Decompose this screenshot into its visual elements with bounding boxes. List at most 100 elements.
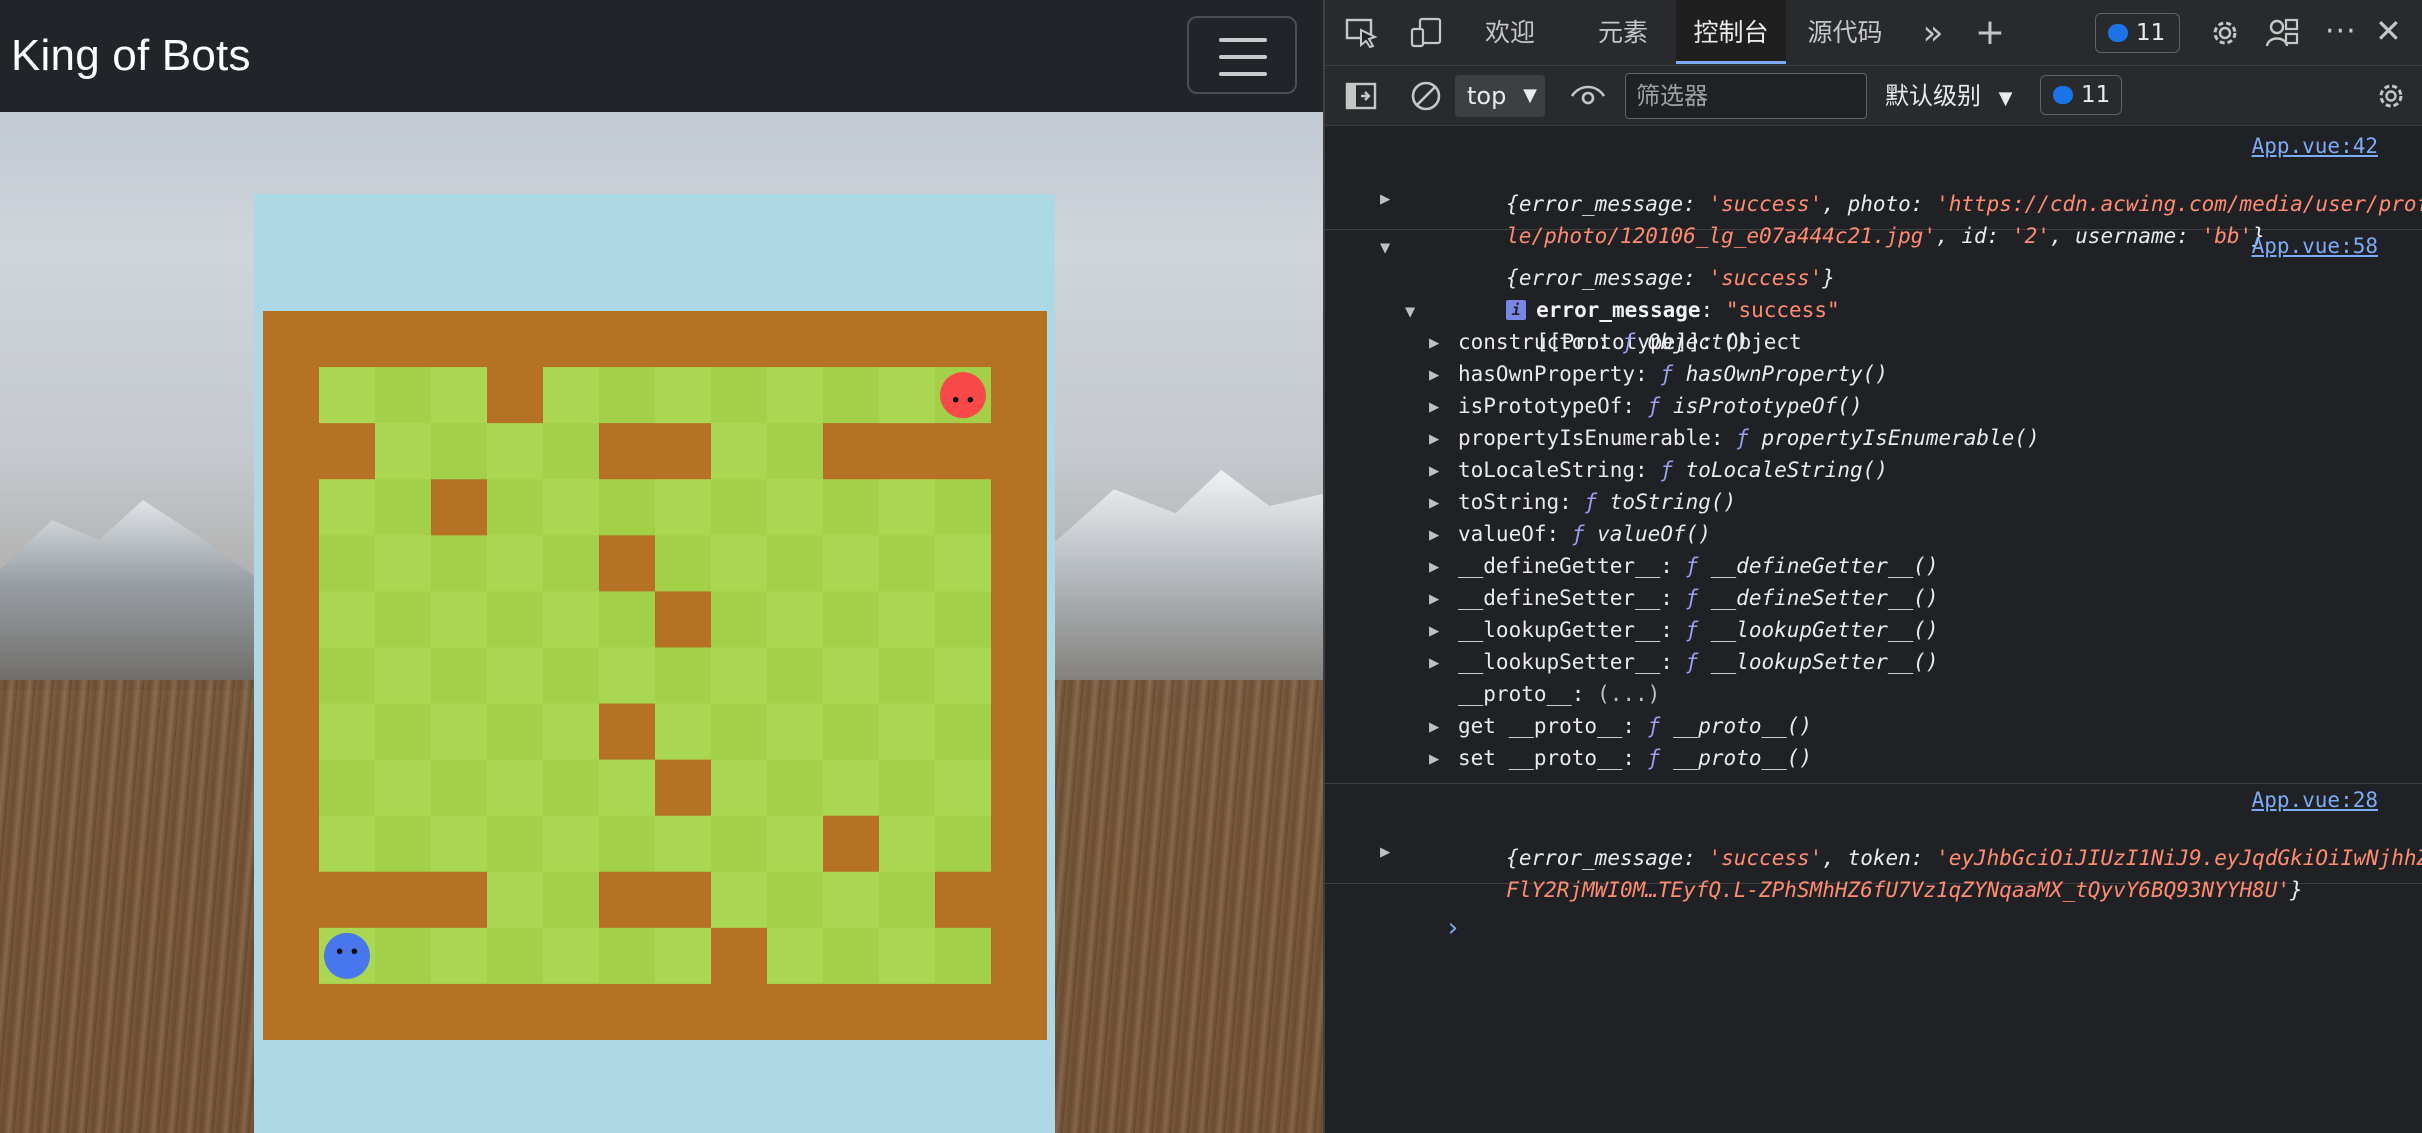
sep: : (1710, 426, 1737, 450)
sep: : (1635, 458, 1661, 482)
more-options-icon[interactable]: ··· (2325, 14, 2357, 49)
wall-cell (991, 703, 1047, 761)
property-value: (...) (1597, 682, 1661, 706)
expand-triangle-icon[interactable]: ▶ (1380, 189, 1390, 209)
expand-triangle-icon[interactable]: ▶ (1429, 365, 1439, 385)
settings-gear-icon[interactable] (2208, 16, 2242, 50)
prototype-property[interactable]: valueOf: ƒ valueOf() (1458, 518, 1711, 550)
expand-triangle-icon[interactable]: ▶ (1429, 717, 1439, 737)
collapse-triangle-icon[interactable]: ▼ (1405, 302, 1415, 322)
function-icon: ƒ (1685, 554, 1711, 578)
wall-cell (991, 367, 1047, 424)
game-map[interactable] (263, 311, 1047, 1040)
source-link[interactable]: App.vue:28 (2252, 788, 2378, 812)
wall-cell (263, 983, 320, 1040)
grass-cell (823, 703, 880, 761)
grass-cell (487, 423, 544, 480)
property-name: toString (1458, 490, 1560, 514)
property-value: toLocaleString() (1685, 458, 1888, 482)
prototype-property[interactable]: set __proto__: ƒ __proto__() (1458, 742, 1812, 774)
tab-console[interactable]: 控制台 (1676, 0, 1786, 64)
console-toolbar: top ▼ 默认级别 ▼ 11 (1325, 66, 2422, 126)
console-settings-gear-icon[interactable] (2375, 80, 2407, 112)
prototype-property[interactable]: __defineSetter__: ƒ __defineSetter__() (1458, 582, 1938, 614)
grass-cell (375, 815, 432, 873)
sidebar-toggle-icon[interactable] (1345, 81, 1377, 111)
prototype-property[interactable]: __proto__: (...) (1458, 678, 1660, 710)
grass-cell (935, 479, 992, 536)
wall-cell (543, 983, 600, 1040)
sep: : (1622, 746, 1648, 770)
customize-icon[interactable] (2265, 16, 2299, 50)
expand-triangle-icon[interactable]: ▶ (1429, 557, 1439, 577)
wall-cell (823, 983, 880, 1040)
collapse-triangle-icon[interactable]: ▼ (1380, 238, 1390, 258)
prototype-property[interactable]: toString: ƒ toString() (1458, 486, 1736, 518)
expand-triangle-icon[interactable]: ▶ (1429, 333, 1439, 353)
prototype-property[interactable]: propertyIsEnumerable: ƒ propertyIsEnumer… (1458, 422, 2040, 454)
expand-triangle-icon[interactable]: ▶ (1429, 493, 1439, 513)
live-expression-eye-icon[interactable] (1570, 82, 1606, 110)
more-tabs-icon[interactable]: » (1913, 0, 1953, 64)
grass-cell (487, 535, 544, 592)
prototype-property[interactable]: hasOwnProperty: ƒ hasOwnProperty() (1458, 358, 1888, 390)
grass-cell (823, 871, 880, 929)
source-link[interactable]: App.vue:58 (2252, 234, 2378, 258)
expand-triangle-icon[interactable]: ▶ (1429, 621, 1439, 641)
wall-cell (823, 423, 880, 480)
device-emulation-icon[interactable] (1409, 17, 1443, 49)
add-tab-icon[interactable]: + (1970, 0, 2010, 64)
issues-badge[interactable]: 11 (2095, 13, 2180, 53)
grass-cell (767, 423, 824, 480)
expand-triangle-icon[interactable]: ▶ (1429, 525, 1439, 545)
prototype-property[interactable]: __lookupGetter__: ƒ __lookupGetter__() (1458, 614, 1938, 646)
console-filter-input[interactable] (1625, 73, 1867, 119)
console-message: App.vue:42 ▶ {error_message: 'success', … (1325, 132, 2422, 248)
wall-cell (599, 311, 656, 368)
wall-cell (263, 535, 320, 592)
tab-sources[interactable]: 源代码 (1795, 0, 1895, 64)
function-icon: ƒ (1660, 362, 1686, 386)
tab-welcome[interactable]: 欢迎 (1465, 0, 1555, 64)
expand-triangle-icon[interactable]: ▶ (1429, 461, 1439, 481)
expand-triangle-icon[interactable]: ▶ (1429, 397, 1439, 417)
context-selector[interactable]: top ▼ (1455, 75, 1545, 117)
object-preview-line[interactable]: FlY2RjMWI0M…TEyfQ.L-ZPhSMhHZ6fU7Vz1qZYNq… (1405, 842, 2303, 938)
grass-cell (711, 479, 768, 536)
expand-triangle-icon[interactable]: ▶ (1429, 589, 1439, 609)
grass-cell (711, 647, 768, 705)
prototype-property[interactable]: __defineGetter__: ƒ __defineGetter__() (1458, 550, 1938, 582)
source-link[interactable]: App.vue:42 (2252, 134, 2378, 158)
expand-triangle-icon[interactable]: ▶ (1429, 749, 1439, 769)
close-icon[interactable]: ✕ (2375, 12, 2402, 50)
prototype-property[interactable]: constructor: ƒ Object() (1458, 326, 1749, 358)
prototype-property[interactable]: toLocaleString: ƒ toLocaleString() (1458, 454, 1888, 486)
wall-cell (935, 423, 992, 480)
prototype-property[interactable]: __lookupSetter__: ƒ __lookupSetter__() (1458, 646, 1938, 678)
grass-cell (319, 703, 376, 761)
navbar-brand[interactable]: King of Bots (11, 28, 251, 84)
prototype-property[interactable]: get __proto__: ƒ __proto__() (1458, 710, 1812, 742)
grass-cell (879, 367, 936, 424)
toolbar-issues-badge[interactable]: 11 (2040, 75, 2122, 115)
log-level-selector[interactable]: 默认级别 ▼ (1885, 75, 2012, 117)
function-icon: ƒ (1736, 426, 1762, 450)
wall-cell (879, 423, 936, 480)
wall-cell (263, 367, 320, 424)
console-prompt[interactable]: › (1351, 880, 1461, 976)
tab-elements[interactable]: 元素 (1578, 0, 1668, 64)
property-name: valueOf (1458, 522, 1547, 546)
expand-triangle-icon[interactable]: ▶ (1429, 653, 1439, 673)
property-value: hasOwnProperty() (1685, 362, 1888, 386)
expand-triangle-icon[interactable]: ▶ (1429, 429, 1439, 449)
expand-triangle-icon[interactable]: ▶ (1380, 842, 1390, 862)
game-playground (254, 194, 1055, 1133)
grass-cell (935, 815, 992, 873)
prototype-property[interactable]: isPrototypeOf: ƒ isPrototypeOf() (1458, 390, 1863, 422)
inspect-element-icon[interactable] (1345, 17, 1379, 49)
grass-cell (543, 535, 600, 592)
function-icon: ƒ (1622, 330, 1648, 354)
console-message: App.vue:28 ▶ {error_message: 'success', … (1325, 784, 2422, 902)
navbar-toggler-button[interactable] (1187, 16, 1297, 94)
clear-console-icon[interactable] (1409, 79, 1443, 113)
